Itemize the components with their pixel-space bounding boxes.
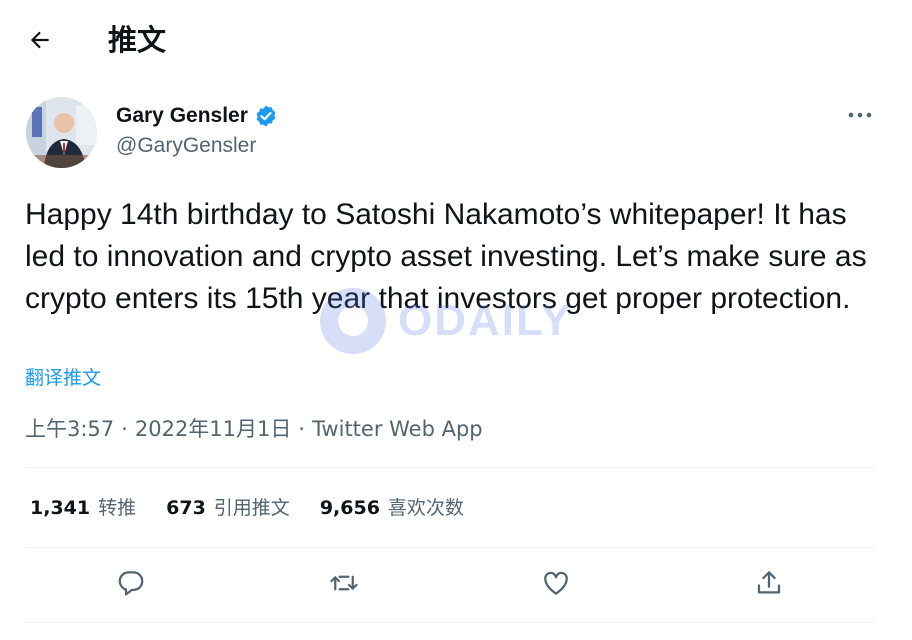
tweet-meta: 上午3:57 · 2022年11月1日 · Twitter Web App bbox=[25, 415, 483, 443]
author-handle[interactable]: @GaryGensler bbox=[116, 133, 256, 159]
like-icon bbox=[544, 571, 569, 595]
avatar[interactable] bbox=[26, 97, 97, 168]
quote-tweets-count: 673 bbox=[166, 497, 206, 519]
divider bbox=[25, 547, 875, 548]
quote-tweets-stat[interactable]: 673 引用推文 bbox=[166, 494, 290, 522]
retweet-button[interactable] bbox=[323, 562, 365, 604]
divider bbox=[25, 622, 875, 623]
back-button[interactable] bbox=[22, 22, 58, 58]
retweets-label: 转推 bbox=[98, 497, 137, 519]
tweet-stats: 1,341 转推 673 引用推文 9,656 喜欢次数 bbox=[30, 494, 464, 522]
page-title: 推文 bbox=[108, 23, 167, 57]
like-button[interactable] bbox=[535, 562, 577, 604]
tweet-source[interactable]: Twitter Web App bbox=[312, 415, 483, 443]
likes-stat[interactable]: 9,656 喜欢次数 bbox=[320, 494, 464, 522]
author-name[interactable]: Gary Gensler bbox=[116, 104, 248, 128]
quote-tweets-label: 引用推文 bbox=[213, 497, 290, 519]
share-button[interactable] bbox=[748, 562, 790, 604]
tweet-text: Happy 14th birthday to Satoshi Nakamoto’… bbox=[25, 198, 867, 315]
tweet-time[interactable]: 上午3:57 bbox=[25, 415, 114, 443]
likes-label: 喜欢次数 bbox=[387, 497, 464, 519]
retweets-count: 1,341 bbox=[30, 497, 91, 519]
share-icon bbox=[757, 571, 780, 594]
more-options-button[interactable] bbox=[842, 100, 878, 130]
reply-button[interactable] bbox=[110, 562, 152, 604]
tweet-actions bbox=[25, 562, 875, 604]
more-horizontal-icon bbox=[848, 112, 872, 118]
reply-icon bbox=[118, 571, 144, 596]
meta-separator: · bbox=[298, 417, 306, 441]
tweet-date[interactable]: 2022年11月1日 bbox=[135, 415, 292, 443]
divider bbox=[25, 467, 875, 468]
arrow-left-icon bbox=[30, 31, 49, 49]
retweet-icon bbox=[330, 575, 358, 591]
likes-count: 9,656 bbox=[319, 497, 380, 519]
verified-badge-icon bbox=[256, 105, 276, 127]
translate-tweet-link[interactable]: 翻译推文 bbox=[25, 366, 101, 390]
retweets-stat[interactable]: 1,341 转推 bbox=[30, 494, 136, 522]
meta-separator: · bbox=[121, 417, 128, 441]
